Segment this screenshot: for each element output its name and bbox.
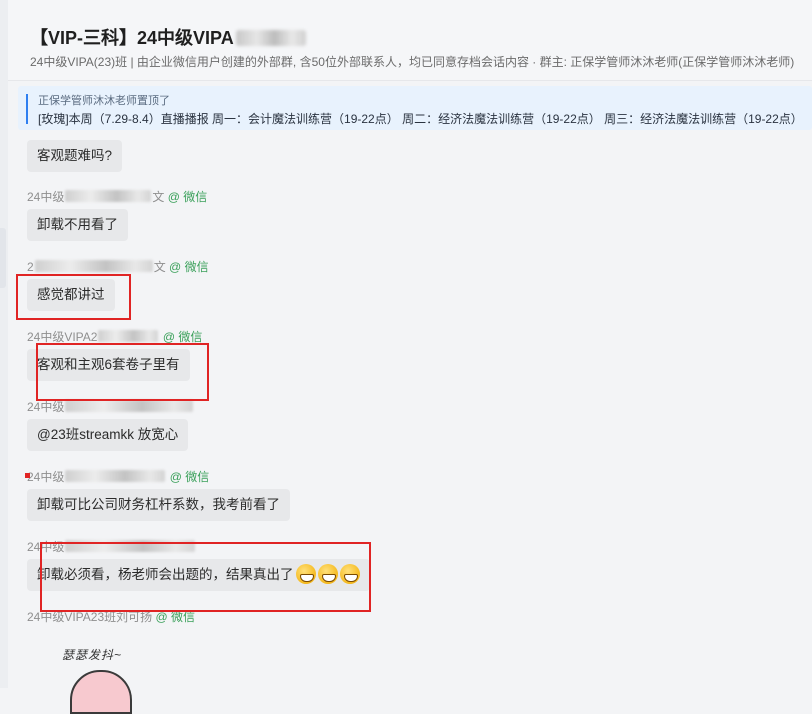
redacted-name xyxy=(65,400,194,412)
redacted-name xyxy=(98,330,159,342)
chat-title: 【VIP-三科】24中级VIPA xyxy=(30,24,306,50)
pinned-by: 正保学管师沐沐老师置顶了 xyxy=(38,95,170,107)
message-sender: 24中级文 @ 微信 xyxy=(27,190,208,204)
wechat-source-label: @ 微信 xyxy=(169,470,210,484)
highlight-box xyxy=(36,343,209,401)
wechat-source-label: @ 微信 xyxy=(169,260,209,274)
wechat-source-label: @ 微信 xyxy=(162,330,203,344)
message-bubble[interactable]: 卸载可比公司财务杠杆系数，我考前看了 xyxy=(27,489,290,521)
left-edge-panel xyxy=(0,0,8,688)
message-bubble[interactable]: @23班streamkk 放宽心 xyxy=(27,419,189,451)
wechat-source-label: @ 微信 xyxy=(155,610,196,624)
pig-sticker-icon xyxy=(70,670,132,714)
sticker-image[interactable]: 瑟瑟发抖~ xyxy=(60,640,170,714)
redacted-name xyxy=(65,470,166,482)
chat-subtitle: 24中级VIPA(23)班 | 由企业微信用户创建的外部群, 含50位外部联系人… xyxy=(30,55,795,69)
collapse-handle[interactable] xyxy=(0,228,6,288)
chat-title-text: 【VIP-三科】24中级VIPA xyxy=(30,28,234,48)
redacted-name xyxy=(65,190,152,202)
message-sender: 2文 @ 微信 xyxy=(27,260,209,274)
message-sender: 24中级 @ 微信 xyxy=(27,470,210,484)
pinned-content: [玫瑰]本周（7.29-8.4）直播播报 周一：会计魔法训练营（19-22点） … xyxy=(38,112,803,126)
pinned-accent-bar xyxy=(26,94,28,124)
redacted-title xyxy=(235,30,306,46)
message-bubble[interactable]: 卸载不用看了 xyxy=(27,209,128,241)
message-bubble[interactable]: 客观题难吗? xyxy=(27,140,123,172)
pinned-message[interactable]: 正保学管师沐沐老师置顶了 [玫瑰]本周（7.29-8.4）直播播报 周一：会计魔… xyxy=(18,86,812,130)
chat-header: 【VIP-三科】24中级VIPA 24中级VIPA(23)班 | 由企业微信用户… xyxy=(8,0,812,81)
highlight-box xyxy=(40,542,371,612)
redacted-name xyxy=(34,260,153,272)
sticker-caption: 瑟瑟发抖~ xyxy=(62,648,123,662)
annotation-dot xyxy=(25,473,30,478)
wechat-source-label: @ 微信 xyxy=(167,190,208,204)
highlight-box xyxy=(16,274,131,320)
